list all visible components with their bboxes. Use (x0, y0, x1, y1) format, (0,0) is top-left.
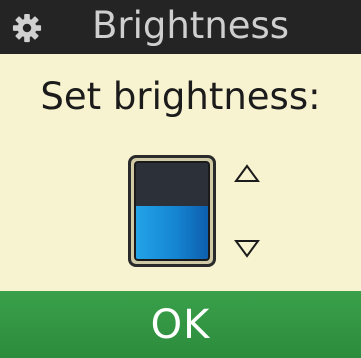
brightness-track (134, 161, 210, 261)
title-bar: Brightness (0, 0, 361, 54)
brightness-screen: Brightness Set brightness: OK (0, 0, 361, 358)
brightness-level-bar[interactable] (128, 155, 216, 267)
gear-icon (12, 13, 42, 43)
brightness-fill (136, 206, 208, 259)
brightness-prompt: Set brightness: (40, 75, 321, 118)
ok-button-label: OK (150, 301, 211, 348)
ok-button[interactable]: OK (0, 291, 361, 358)
triangle-down-icon[interactable] (233, 237, 261, 259)
triangle-up-icon[interactable] (233, 163, 261, 185)
page-title: Brightness (92, 4, 290, 47)
